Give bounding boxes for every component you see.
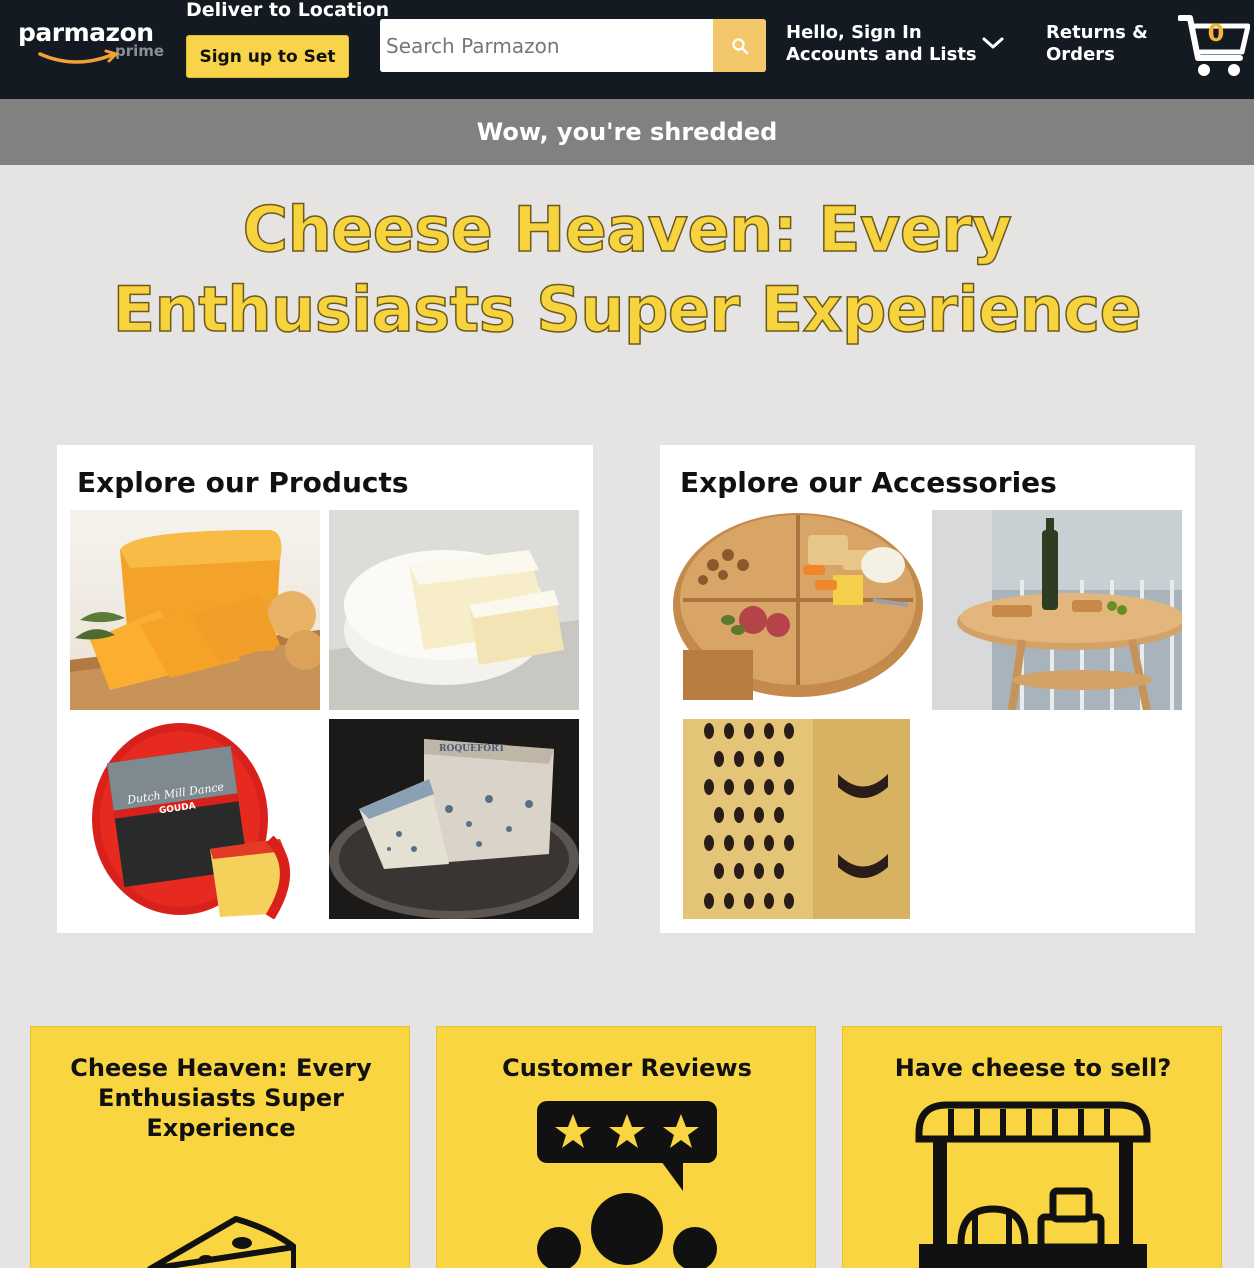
top-nav: parmazon prime Deliver to Location Sign … [0, 0, 1254, 99]
smile-arrow-icon [38, 49, 119, 64]
info-card-customer-reviews[interactable]: Customer Reviews [436, 1026, 816, 1268]
account-lists-label: Accounts and Lists [786, 44, 977, 65]
accessories-card-title: Explore our Accessories [680, 466, 1057, 499]
search-input[interactable] [380, 19, 713, 72]
brie-cheese-image [329, 510, 579, 710]
charcuterie-board-image [673, 510, 923, 710]
product-tile-brie[interactable] [329, 510, 579, 710]
returns-orders-link[interactable]: Returns & Orders [1046, 22, 1148, 66]
deliver-to-location[interactable]: Deliver to Location [186, 0, 389, 21]
cart-count: 0 [1207, 19, 1225, 47]
returns-label: Returns & [1046, 22, 1148, 43]
wine-table-image [932, 510, 1182, 710]
chevron-down-icon[interactable] [981, 33, 1005, 53]
cheese-icon [147, 1216, 296, 1268]
product-tile-cheddar[interactable] [70, 510, 320, 710]
gouda-cheese-image: Dutch Mill Dance GOUDA [70, 719, 320, 919]
search-button[interactable] [713, 19, 766, 72]
market-stall-icon [915, 1101, 1151, 1268]
orders-label: Orders [1046, 44, 1115, 65]
parmazon-logo[interactable]: parmazon prime [18, 18, 168, 68]
cheese-grater-image [673, 719, 923, 919]
roquefort-cheese-image: ROQUEFORT [329, 719, 579, 919]
sign-up-button[interactable]: Sign up to Set [186, 35, 349, 78]
product-tile-gouda[interactable]: Dutch Mill Dance GOUDA [70, 719, 320, 919]
cheddar-cheese-image [70, 510, 320, 710]
account-greeting: Hello, Sign In [786, 22, 922, 43]
info-card-sell-cheese[interactable]: Have cheese to sell? [842, 1026, 1222, 1268]
products-card: Explore our Products Dutch Mill Dance GO… [57, 445, 593, 933]
products-card-title: Explore our Products [77, 466, 409, 499]
roquefort-label: ROQUEFORT [439, 744, 505, 754]
accessory-tile-wine-table[interactable] [932, 510, 1182, 710]
search-bar [380, 19, 766, 72]
info-card-cheese-heaven[interactable]: Cheese Heaven: Every Enthusiasts Super E… [30, 1026, 410, 1268]
promo-banner: Wow, you're shredded [0, 99, 1254, 165]
cart-button[interactable]: 0 [1177, 12, 1251, 80]
accessory-tile-grater[interactable] [673, 719, 923, 919]
accessories-card: Explore our Accessories [660, 445, 1195, 933]
info-card-title: Cheese Heaven: Every Enthusiasts Super E… [70, 1054, 372, 1142]
hero-title: Cheese Heaven: Every Enthusiasts Super E… [112, 192, 1142, 347]
reviews-icon [537, 1101, 717, 1268]
account-menu[interactable]: Hello, Sign In Accounts and Lists [786, 22, 977, 66]
accessory-tile-board[interactable] [673, 510, 923, 710]
info-card-title: Have cheese to sell? [894, 1054, 1172, 1082]
search-icon [731, 37, 748, 54]
info-card-title: Customer Reviews [502, 1054, 752, 1082]
product-tile-roquefort[interactable]: ROQUEFORT [329, 719, 579, 919]
